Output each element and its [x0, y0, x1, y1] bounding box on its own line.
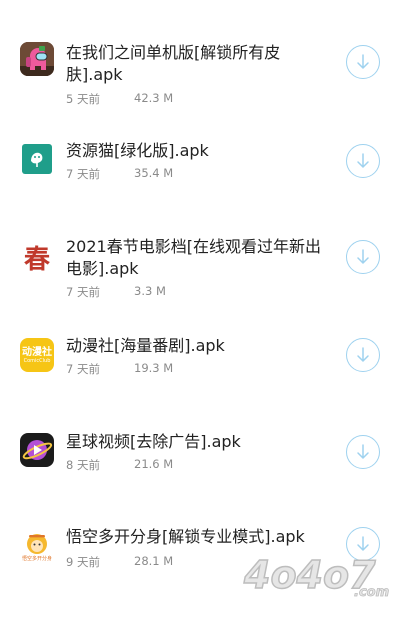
file-size: 3.3 M [134, 284, 166, 298]
spring-glyph: 春 [23, 244, 50, 275]
arrow-down-icon [357, 249, 369, 264]
file-title: 悟空多开分身[解锁专业模式].apk [66, 527, 305, 546]
list-item[interactable]: 资源猫[绿化版].apk 7 天前 35.4 M [0, 140, 400, 236]
download-button[interactable] [346, 527, 380, 561]
download-button[interactable] [346, 338, 380, 372]
anime-club-icon: 动漫社 ComicClub [20, 338, 54, 372]
cat-leaf-icon [22, 144, 52, 174]
arrow-down-icon [357, 347, 369, 362]
anime-club-sub: ComicClub [23, 357, 51, 364]
file-size: 35.4 M [134, 166, 174, 180]
file-age: 7 天前 [66, 285, 100, 299]
list-item[interactable]: 春 2021春节电影档[在线观看过年新出 电影].apk 7 天前 3.3 M [0, 234, 400, 330]
wukong-caption: 悟空多开分身 [21, 555, 52, 562]
arrow-down-icon [357, 536, 369, 551]
file-age: 8 天前 [66, 458, 100, 472]
arrow-down-icon [357, 444, 369, 459]
file-age: 5 天前 [66, 92, 100, 106]
download-list: 在我们之间单机版[解锁所有皮 肤].apk 5 天前 42.3 M 资源猫[绿化… [0, 0, 400, 600]
file-age: 9 天前 [66, 555, 100, 569]
list-item[interactable]: 星球视频[去除广告].apk 8 天前 21.6 M [0, 431, 400, 527]
file-size: 21.6 M [134, 457, 174, 471]
list-item[interactable]: 动漫社 ComicClub 动漫社[海量番剧].apk 7 天前 19.3 M [0, 335, 400, 431]
file-size: 19.3 M [134, 361, 174, 375]
anime-club-label: 动漫社 [22, 346, 52, 358]
planet-video-icon [20, 433, 54, 467]
list-item[interactable]: 在我们之间单机版[解锁所有皮 肤].apk 5 天前 42.3 M [0, 38, 400, 134]
list-item[interactable]: 悟空多开分身 悟空多开分身[解锁专业模式].apk 9 天前 28.1 M [0, 527, 400, 624]
file-size: 42.3 M [134, 91, 174, 105]
file-title: 星球视频[去除广告].apk [66, 432, 241, 451]
spring-character-icon: 春 [20, 240, 54, 275]
download-button[interactable] [346, 45, 380, 79]
download-button[interactable] [346, 435, 380, 469]
download-button[interactable] [346, 240, 380, 274]
among-us-crewmate-icon [20, 42, 54, 76]
file-size: 28.1 M [134, 554, 174, 568]
file-age: 7 天前 [66, 167, 100, 181]
file-title: 在我们之间单机版[解锁所有皮 肤].apk [66, 43, 281, 84]
arrow-down-icon [357, 54, 369, 69]
file-title: 资源猫[绿化版].apk [66, 141, 209, 160]
wukong-monkey-icon: 悟空多开分身 [20, 530, 54, 564]
file-age: 7 天前 [66, 362, 100, 376]
file-title: 动漫社[海量番剧].apk [66, 336, 225, 355]
file-title: 2021春节电影档[在线观看过年新出 电影].apk [66, 237, 321, 278]
arrow-down-icon [357, 153, 369, 168]
download-button[interactable] [346, 144, 380, 178]
